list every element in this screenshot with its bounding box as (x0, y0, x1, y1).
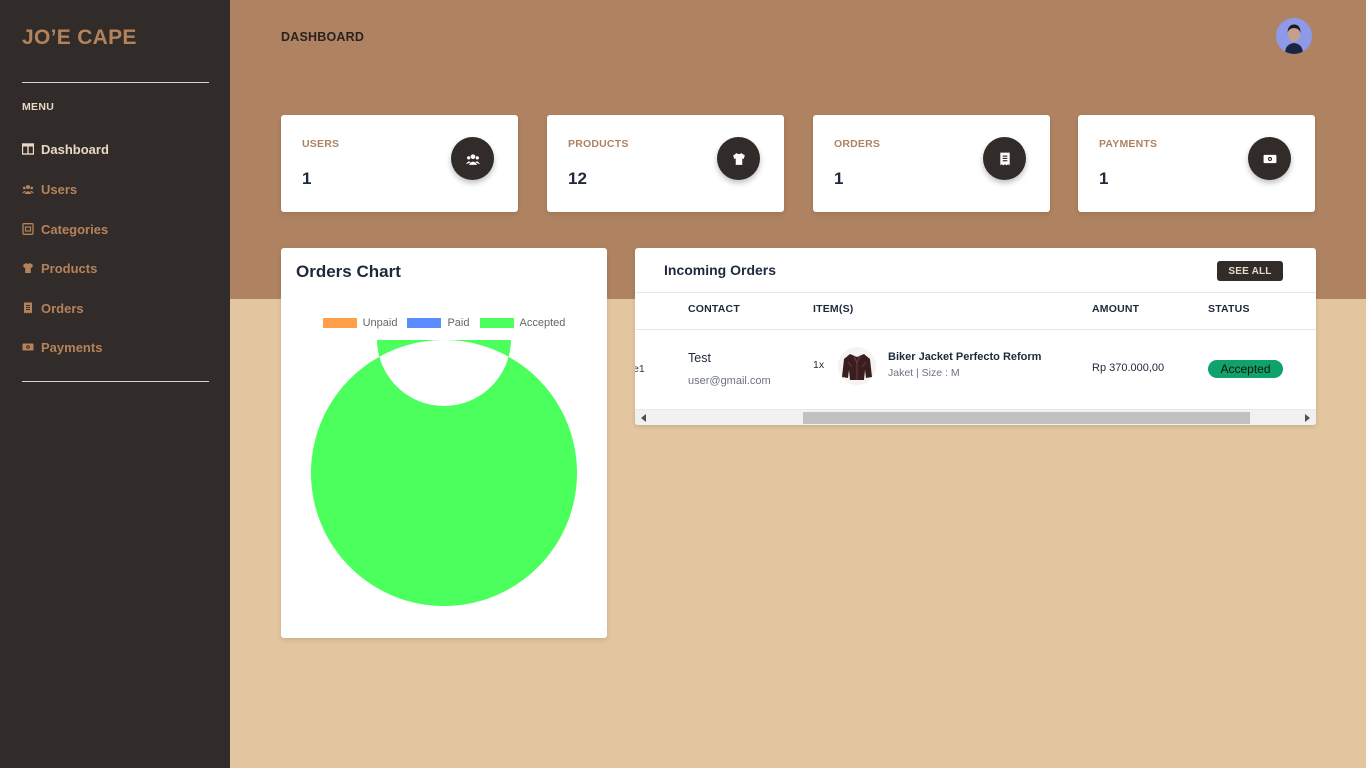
stat-card-users: USERS 1 (281, 115, 518, 212)
users-icon (451, 137, 494, 180)
stat-card-products: PRODUCTS 12 (547, 115, 784, 212)
column-header-amount: AMOUNT (1092, 303, 1140, 315)
see-all-button[interactable]: SEE ALL (1217, 261, 1283, 281)
legend-label: Accepted (519, 317, 566, 329)
legend-label: Unpaid (362, 317, 398, 329)
product-thumbnail (838, 347, 876, 385)
item-quantity: 1x (813, 359, 825, 371)
incoming-orders-card: Incoming Orders SEE ALL CONTACT ITEM(S) … (635, 248, 1316, 425)
sidebar-item-label: Orders (41, 300, 84, 316)
money-bill-icon (22, 341, 34, 353)
order-id-truncated: e1 (635, 363, 645, 375)
brand-logo[interactable]: JO’E CAPE (22, 26, 137, 50)
sidebar-item-orders[interactable]: Orders (22, 298, 84, 318)
status-badge: Accepted (1208, 360, 1283, 378)
scroll-left-arrow[interactable] (641, 414, 646, 422)
stat-label: PRODUCTS (568, 138, 629, 150)
order-amount: Rp 370.000,00 (1092, 362, 1165, 374)
money-bill-icon (1248, 137, 1291, 180)
chart-legend: Unpaid Paid Accepted (281, 317, 607, 329)
item-variant: Jaket | Size : M (888, 367, 960, 379)
receipt-icon (22, 302, 34, 314)
contact-name: Test (688, 351, 711, 365)
sidebar-item-dashboard[interactable]: Dashboard (22, 139, 109, 159)
column-header-items: ITEM(S) (813, 303, 854, 315)
sidebar-divider (22, 381, 209, 382)
page-title: DASHBOARD (281, 30, 365, 44)
category-list-icon (22, 223, 34, 235)
sidebar-item-label: Payments (41, 339, 103, 355)
column-header-status: STATUS (1208, 303, 1250, 315)
stat-card-payments: PAYMENTS 1 (1078, 115, 1315, 212)
legend-swatch (407, 318, 442, 328)
legend-item-accepted[interactable]: Accepted (479, 317, 566, 329)
stat-value: 1 (1099, 169, 1109, 188)
tshirt-icon (717, 137, 760, 180)
contact-email: user@gmail.com (688, 375, 771, 387)
avatar[interactable] (1276, 18, 1312, 54)
stat-value: 12 (568, 169, 587, 188)
stat-value: 1 (834, 169, 844, 188)
sidebar-item-products[interactable]: Products (22, 258, 97, 278)
stat-card-orders: ORDERS 1 (813, 115, 1050, 212)
chart-title: Orders Chart (296, 262, 401, 281)
sidebar-item-users[interactable]: Users (22, 179, 77, 199)
orders-chart-card: Orders Chart Unpaid Paid Accepted (281, 248, 607, 638)
item-name: Biker Jacket Perfecto Reform (888, 351, 1042, 363)
stat-label: ORDERS (834, 138, 881, 150)
legend-swatch (479, 318, 514, 328)
users-icon (22, 183, 34, 195)
sidebar-item-label: Categories (41, 221, 109, 237)
sidebar-item-label: Dashboard (41, 141, 109, 157)
divider (635, 292, 1316, 293)
table-columns-icon (22, 143, 34, 155)
sidebar-item-payments[interactable]: Payments (22, 337, 102, 357)
legend-item-unpaid[interactable]: Unpaid (322, 317, 398, 329)
stat-value: 1 (302, 169, 312, 188)
stat-label: USERS (302, 138, 340, 150)
sidebar-item-label: Products (41, 260, 98, 276)
horizontal-scrollbar[interactable] (635, 409, 1316, 425)
legend-item-paid[interactable]: Paid (407, 317, 470, 329)
scroll-thumb[interactable] (803, 412, 1250, 424)
sidebar: JO’E CAPE MENU Dashboard Users Categorie… (0, 0, 230, 768)
sidebar-divider (22, 82, 209, 83)
tshirt-icon (22, 262, 34, 274)
scroll-right-arrow[interactable] (1305, 414, 1310, 422)
sidebar-item-categories[interactable]: Categories (22, 219, 108, 239)
stat-label: PAYMENTS (1099, 138, 1158, 150)
donut-chart[interactable] (311, 340, 577, 606)
divider (635, 329, 1316, 330)
legend-label: Paid (447, 317, 470, 329)
orders-title: Incoming Orders (664, 262, 777, 278)
menu-heading: MENU (22, 101, 55, 113)
column-header-contact: CONTACT (688, 303, 740, 315)
sidebar-item-label: Users (41, 181, 78, 197)
legend-swatch (322, 318, 357, 328)
receipt-icon (983, 137, 1026, 180)
